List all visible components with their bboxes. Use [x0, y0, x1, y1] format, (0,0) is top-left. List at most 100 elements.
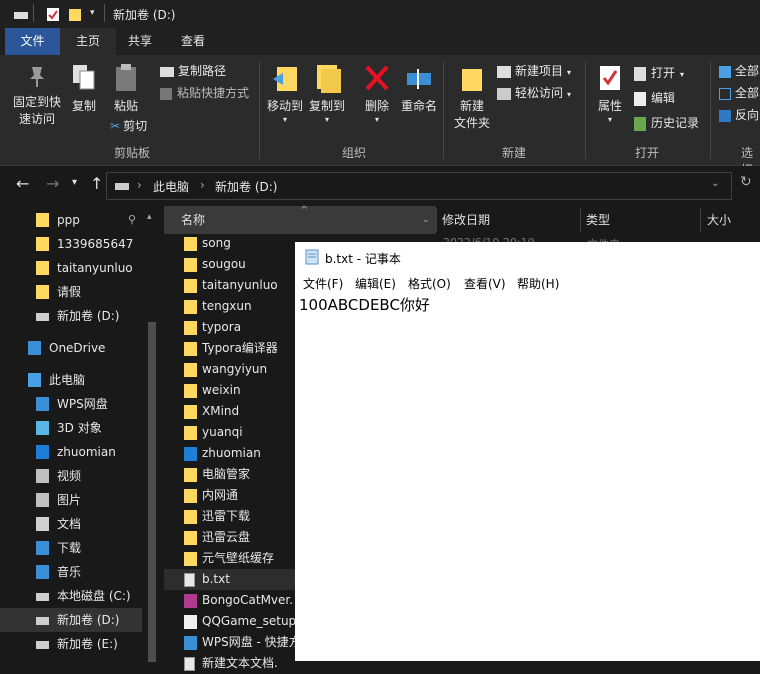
folder-icon	[184, 489, 197, 503]
new-item-button[interactable]: 新建项目 ▾	[497, 61, 571, 81]
sidebar-item[interactable]: 此电脑	[0, 368, 142, 392]
scroll-up-icon[interactable]: ▴	[147, 212, 152, 222]
scrollbar-thumb[interactable]	[148, 322, 156, 662]
forward-arrow-icon[interactable]: →	[46, 174, 59, 193]
sidebar-item[interactable]: ppp ⚲	[0, 208, 142, 232]
drive-icon	[14, 12, 28, 19]
picture-icon	[36, 493, 49, 507]
menu-file[interactable]: 文件(F)	[303, 275, 343, 292]
menu-format[interactable]: 格式(O)	[408, 275, 451, 292]
history-icon	[634, 116, 646, 131]
history-button[interactable]: 历史记录	[634, 113, 699, 133]
file-name: song	[202, 236, 231, 250]
copy-path-button[interactable]: 复制路径	[160, 61, 226, 81]
pin-to-quick-access-button[interactable]: 固定到快 速访问	[8, 63, 66, 128]
sidebar-item[interactable]: WPS网盘	[0, 392, 142, 416]
copy-to-button[interactable]: 复制到 ▾	[307, 63, 347, 124]
column-header-date[interactable]: 修改日期	[442, 206, 490, 234]
sidebar-item[interactable]: 1339685647	[0, 232, 142, 256]
sidebar-item[interactable]: 新加卷 (E:)	[0, 632, 142, 656]
move-to-button[interactable]: 移动到 ▾	[265, 63, 305, 124]
menu-edit[interactable]: 编辑(E)	[355, 275, 396, 292]
rename-button[interactable]: 重命名	[398, 63, 440, 115]
sidebar-item-label: 1339685647	[57, 237, 134, 251]
select-all-button[interactable]: 全部	[719, 61, 759, 81]
properties-icon[interactable]	[46, 7, 60, 22]
sidebar-scrollbar[interactable]: ▴	[145, 212, 159, 662]
cut-label: 剪切	[123, 119, 148, 133]
sidebar-item[interactable]: zhuomian	[0, 440, 142, 464]
sidebar-item[interactable]: 新加卷 (D:)	[0, 608, 142, 632]
up-arrow-icon[interactable]: ↑	[90, 174, 103, 193]
paste-shortcut-icon	[160, 87, 172, 100]
sidebar-item[interactable]: 音乐	[0, 560, 142, 584]
tab-home[interactable]: 主页	[60, 28, 116, 55]
divider	[580, 208, 581, 232]
sidebar-item[interactable]: taitanyunluo	[0, 256, 142, 280]
select-none-icon	[719, 87, 731, 100]
tab-share[interactable]: 共享	[116, 28, 164, 55]
copy-to-icon	[317, 65, 341, 93]
sidebar-item-label: 文档	[57, 517, 82, 531]
sidebar-item[interactable]: 3D 对象	[0, 416, 142, 440]
invert-selection-button[interactable]: 反向	[719, 105, 759, 125]
sidebar-item[interactable]: 新加卷 (D:)	[0, 304, 142, 328]
tab-view[interactable]: 查看	[165, 28, 221, 55]
address-box[interactable]: › 此电脑 › 新加卷 (D:) ⌄	[106, 172, 732, 200]
refresh-icon[interactable]: ↻	[740, 174, 752, 190]
column-header-name[interactable]: 名称 ^ ⌄	[164, 205, 436, 234]
select-none-button[interactable]: 全部	[719, 83, 759, 103]
breadcrumb-this-pc[interactable]: 此电脑	[153, 178, 189, 195]
sidebar-item[interactable]: 文档	[0, 512, 142, 536]
address-dropdown-chevron-icon[interactable]: ⌄	[711, 178, 719, 189]
chevron-down-icon: ▾	[324, 115, 329, 124]
sidebar-item-label: WPS网盘	[57, 397, 108, 411]
tab-file[interactable]: 文件	[5, 28, 60, 55]
folder-icon	[184, 531, 197, 545]
column-header-type[interactable]: 类型	[586, 206, 610, 234]
sidebar-item-label: 新加卷 (E:)	[57, 637, 118, 651]
recent-locations-chevron-icon[interactable]: ▾	[72, 177, 77, 188]
sidebar-item[interactable]: 请假	[0, 280, 142, 304]
chevron-down-icon[interactable]: ▾	[90, 8, 95, 18]
paste-label: 粘贴	[113, 99, 138, 113]
sidebar-item[interactable]: 图片	[0, 488, 142, 512]
new-folder-icon[interactable]	[68, 7, 82, 22]
cut-button[interactable]: ✂ 剪切	[110, 116, 147, 136]
divider	[104, 4, 105, 22]
sidebar-item[interactable]: 本地磁盘 (C:)	[0, 584, 142, 608]
folder-icon	[184, 552, 197, 566]
sidebar-item[interactable]: OneDrive	[0, 336, 142, 360]
new-folder-button[interactable]: 新建 文件夹	[452, 63, 492, 132]
pinned-icon: ⚲	[128, 213, 137, 226]
delete-button[interactable]: 删除 ▾	[360, 63, 394, 124]
window-title: 新加卷 (D:)	[113, 8, 176, 22]
file-name: 元气壁纸缓存	[202, 551, 275, 565]
notepad-window[interactable]: b.txt - 记事本 文件(F) 编辑(E) 格式(O) 查看(V) 帮助(H…	[295, 242, 760, 661]
menu-view[interactable]: 查看(V)	[464, 275, 506, 292]
easy-access-button[interactable]: 轻松访问 ▾	[497, 83, 571, 103]
notepad-title-bar[interactable]: b.txt - 记事本	[295, 242, 760, 272]
text-file-icon	[184, 657, 195, 671]
paste-shortcut-label: 粘贴快捷方式	[177, 86, 250, 100]
properties-button[interactable]: 属性 ▾	[593, 63, 627, 124]
ribbon-tabs: 文件 主页 共享 查看	[0, 28, 760, 55]
edit-button[interactable]: 编辑	[634, 88, 675, 108]
file-name: tengxun	[202, 299, 252, 313]
breadcrumb-drive-d[interactable]: 新加卷 (D:)	[215, 178, 277, 195]
back-arrow-icon[interactable]: ←	[16, 174, 29, 193]
paste-button[interactable]: 粘贴	[108, 63, 144, 115]
column-header-size[interactable]: 大小	[707, 206, 731, 234]
notepad-text-area[interactable]: 100ABCDEBC你好	[299, 294, 430, 315]
open-icon	[634, 66, 646, 81]
sidebar-item[interactable]: 视频	[0, 464, 142, 488]
sidebar-item[interactable]: 下载	[0, 536, 142, 560]
menu-help[interactable]: 帮助(H)	[517, 275, 559, 292]
paste-shortcut-button[interactable]: 粘贴快捷方式	[160, 83, 249, 103]
copy-button[interactable]: 复制	[68, 63, 100, 115]
new-folder-label-line2: 文件夹	[453, 116, 490, 130]
open-button[interactable]: 打开 ▾	[634, 63, 684, 83]
chevron-down-icon: ⌄	[422, 215, 430, 225]
invert-selection-icon	[719, 109, 731, 122]
folder-icon	[36, 213, 49, 227]
